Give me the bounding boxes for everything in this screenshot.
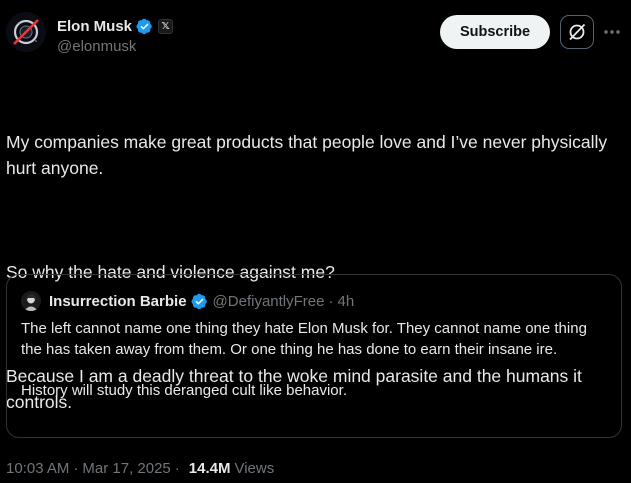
views-count[interactable]: 14.4M: [189, 460, 231, 477]
quoted-tweet-header: Insurrection Barbie @DefiyantlyFree · 4h: [21, 291, 354, 311]
quoted-tweet-card[interactable]: Insurrection Barbie @DefiyantlyFree · 4h…: [6, 274, 622, 438]
verified-badge-icon[interactable]: [136, 18, 153, 35]
tweet-metadata: 10:03 AM · Mar 17, 2025 · 14.4M Views: [6, 460, 274, 477]
tweet-paragraph: My companies make great products that pe…: [6, 132, 613, 178]
views-label[interactable]: Views: [234, 460, 274, 477]
avatar-image: [6, 12, 46, 52]
quoted-verified-badge-icon: [191, 293, 207, 309]
separator-dot: ·: [174, 460, 180, 477]
tweet-header: Elon Musk 𝕏 @elonmusk Subscribe: [0, 0, 631, 70]
separator-dot: ·: [73, 460, 79, 477]
grok-icon: [569, 23, 586, 41]
more-icon: [604, 30, 620, 34]
author-avatar[interactable]: [6, 12, 46, 52]
tweet-time[interactable]: 10:03 AM: [6, 460, 69, 477]
quoted-author-handle[interactable]: @DefiyantlyFree: [213, 293, 325, 310]
more-button[interactable]: [601, 22, 623, 42]
quoted-tweet-paragraph: History will study this deranged cult li…: [21, 381, 347, 399]
subscribe-button[interactable]: Subscribe: [440, 15, 550, 49]
quoted-tweet-paragraph: The left cannot name one thing they hate…: [21, 320, 587, 358]
quoted-tweet-text: The left cannot name one thing they hate…: [21, 319, 611, 401]
quoted-author-avatar[interactable]: [21, 291, 41, 311]
tweet-date[interactable]: Mar 17, 2025: [82, 460, 170, 477]
grok-button[interactable]: [560, 15, 594, 49]
quoted-avatar-image: [21, 291, 41, 311]
author-display-name[interactable]: Elon Musk: [57, 18, 132, 35]
quoted-author-display-name[interactable]: Insurrection Barbie: [49, 293, 187, 310]
author-handle[interactable]: @elonmusk: [57, 38, 173, 55]
quoted-tweet-time[interactable]: 4h: [337, 293, 354, 310]
separator-dot: ·: [328, 292, 334, 310]
x-affiliate-icon[interactable]: 𝕏: [158, 18, 174, 34]
author-names: Elon Musk 𝕏 @elonmusk: [57, 16, 174, 55]
